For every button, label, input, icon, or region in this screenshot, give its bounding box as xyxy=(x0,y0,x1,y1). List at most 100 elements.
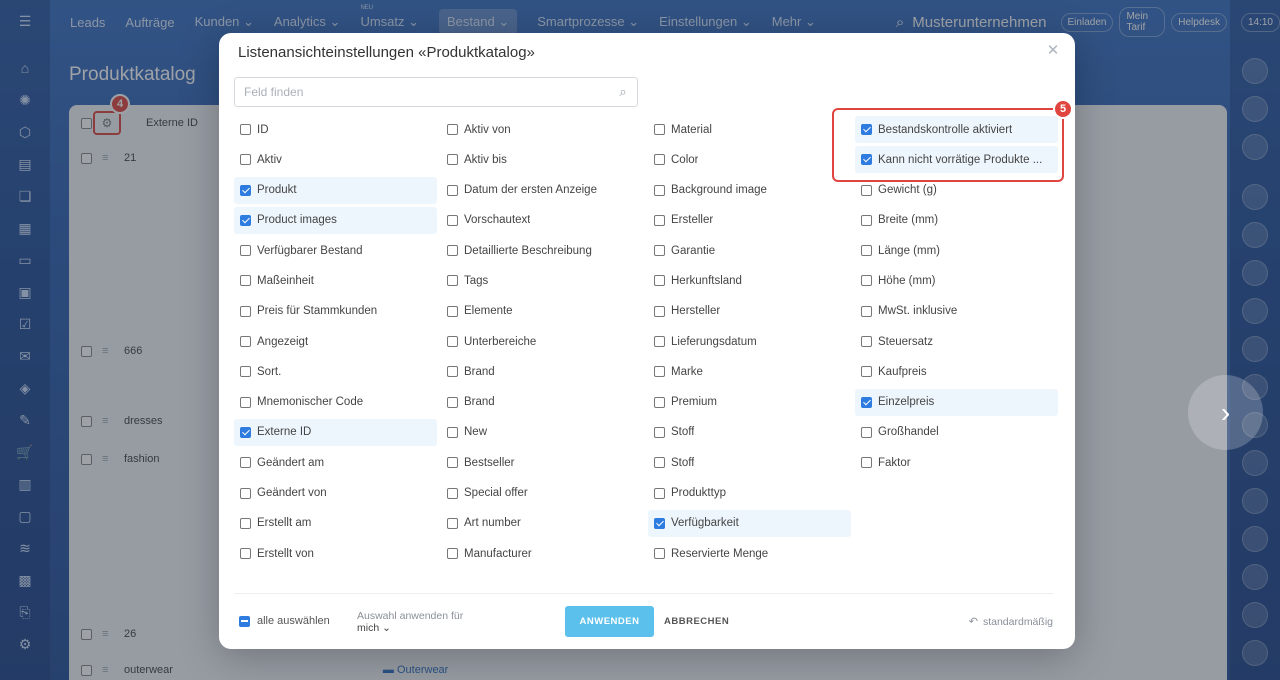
field-checkbox[interactable] xyxy=(240,275,251,287)
field-option[interactable]: Breite (mm) xyxy=(855,207,1058,234)
field-option[interactable]: Einzelpreis xyxy=(855,388,1058,416)
field-option[interactable]: Externe ID xyxy=(234,418,437,446)
field-option[interactable]: ID xyxy=(234,116,437,143)
field-option[interactable]: Verfügbarer Bestand xyxy=(234,237,437,264)
field-checkbox[interactable] xyxy=(240,245,251,257)
field-checkbox[interactable] xyxy=(447,396,458,408)
field-option[interactable]: Produkt xyxy=(234,176,437,204)
field-option[interactable]: Gewicht (g) xyxy=(855,177,1058,204)
field-option[interactable]: Geändert am xyxy=(234,449,437,476)
next-slider-arrow-icon[interactable]: › xyxy=(1188,375,1263,450)
field-option[interactable]: Länge (mm) xyxy=(855,237,1058,264)
select-all-checkbox[interactable] xyxy=(239,615,250,627)
field-option[interactable]: Kaufpreis xyxy=(855,358,1058,385)
field-option[interactable]: Faktor xyxy=(855,449,1058,476)
field-checkbox[interactable] xyxy=(240,487,251,499)
select-all-toggle[interactable]: alle auswählen xyxy=(239,615,330,627)
cancel-button[interactable]: ABBRECHEN xyxy=(664,606,729,637)
field-checkbox[interactable] xyxy=(447,214,458,226)
field-option[interactable]: Aktiv von xyxy=(441,116,644,143)
field-option[interactable]: Detaillierte Beschreibung xyxy=(441,237,644,264)
field-checkbox[interactable] xyxy=(861,184,872,196)
field-option[interactable]: Unterbereiche xyxy=(441,328,644,355)
field-checkbox[interactable] xyxy=(447,154,458,166)
field-option[interactable]: Sort. xyxy=(234,358,437,385)
field-option[interactable]: Mnemonischer Code xyxy=(234,389,437,416)
field-checkbox[interactable] xyxy=(447,517,458,529)
field-option[interactable]: Aktiv bis xyxy=(441,146,644,173)
field-checkbox[interactable] xyxy=(240,426,251,438)
field-checkbox[interactable] xyxy=(447,336,458,348)
field-checkbox[interactable] xyxy=(447,426,458,438)
field-checkbox[interactable] xyxy=(861,305,872,317)
field-checkbox[interactable] xyxy=(240,517,251,529)
field-option[interactable]: Bestandskontrolle aktiviert xyxy=(855,116,1058,143)
field-checkbox[interactable] xyxy=(654,426,665,438)
field-option[interactable]: Geändert von xyxy=(234,480,437,507)
field-option[interactable]: Erstellt von xyxy=(234,540,437,567)
field-checkbox[interactable] xyxy=(654,245,665,257)
field-option[interactable]: Marke xyxy=(648,358,851,385)
close-icon[interactable]: ✕ xyxy=(1045,43,1061,59)
field-checkbox[interactable] xyxy=(861,396,872,408)
field-checkbox[interactable] xyxy=(861,457,872,469)
field-checkbox[interactable] xyxy=(240,548,251,560)
field-option[interactable]: Premium xyxy=(648,389,851,416)
field-checkbox[interactable] xyxy=(861,336,872,348)
field-checkbox[interactable] xyxy=(654,457,665,469)
field-checkbox[interactable] xyxy=(861,124,872,135)
field-option[interactable]: Höhe (mm) xyxy=(855,267,1058,294)
search-icon[interactable]: ⌕ xyxy=(609,84,637,100)
field-checkbox[interactable] xyxy=(240,336,251,348)
field-option[interactable]: Garantie xyxy=(648,237,851,264)
field-checkbox[interactable] xyxy=(240,184,251,196)
field-option[interactable]: Verfügbarkeit xyxy=(648,509,851,537)
field-checkbox[interactable] xyxy=(654,366,665,378)
field-checkbox[interactable] xyxy=(240,305,251,317)
field-checkbox[interactable] xyxy=(447,184,458,196)
field-option[interactable]: Brand xyxy=(441,389,644,416)
field-option[interactable]: Maßeinheit xyxy=(234,267,437,294)
field-option[interactable]: MwSt. inklusive xyxy=(855,298,1058,325)
field-checkbox[interactable] xyxy=(240,214,251,226)
field-option[interactable]: Erstellt am xyxy=(234,510,437,537)
field-checkbox[interactable] xyxy=(861,426,872,438)
field-option[interactable]: Vorschautext xyxy=(441,207,644,234)
field-option[interactable]: Material xyxy=(648,116,851,143)
field-option[interactable]: Stoff xyxy=(648,449,851,476)
field-option[interactable]: Lieferungsdatum xyxy=(648,328,851,355)
field-checkbox[interactable] xyxy=(861,245,872,257)
apply-button[interactable]: ANWENDEN xyxy=(565,606,654,637)
field-option[interactable]: Color xyxy=(648,146,851,173)
field-option[interactable]: Herkunftsland xyxy=(648,267,851,294)
field-checkbox[interactable] xyxy=(654,487,665,499)
field-option[interactable]: Tags xyxy=(441,267,644,294)
field-checkbox[interactable] xyxy=(861,366,872,378)
field-checkbox[interactable] xyxy=(447,124,458,135)
field-checkbox[interactable] xyxy=(654,396,665,408)
field-checkbox[interactable] xyxy=(861,154,872,166)
field-checkbox[interactable] xyxy=(654,124,665,135)
field-checkbox[interactable] xyxy=(240,457,251,469)
field-option[interactable]: Manufacturer xyxy=(441,540,644,567)
field-option[interactable]: Angezeigt xyxy=(234,328,437,355)
field-checkbox[interactable] xyxy=(240,154,251,166)
field-option[interactable]: Product images xyxy=(234,206,437,234)
field-search-input[interactable] xyxy=(235,78,609,106)
field-checkbox[interactable] xyxy=(654,517,665,529)
field-checkbox[interactable] xyxy=(654,184,665,196)
field-option[interactable]: Preis für Stammkunden xyxy=(234,298,437,325)
field-option[interactable]: Special offer xyxy=(441,480,644,507)
field-option[interactable]: Datum der ersten Anzeige xyxy=(441,177,644,204)
field-checkbox[interactable] xyxy=(447,275,458,287)
apply-for-dropdown[interactable]: mich ⌄ xyxy=(357,622,463,634)
field-option[interactable]: New xyxy=(441,419,644,446)
field-checkbox[interactable] xyxy=(447,487,458,499)
field-option[interactable]: Großhandel xyxy=(855,419,1058,446)
field-checkbox[interactable] xyxy=(447,305,458,317)
field-option[interactable]: Hersteller xyxy=(648,298,851,325)
field-checkbox[interactable] xyxy=(654,336,665,348)
field-option[interactable]: Aktiv xyxy=(234,146,437,173)
field-checkbox[interactable] xyxy=(240,124,251,135)
field-checkbox[interactable] xyxy=(654,214,665,226)
